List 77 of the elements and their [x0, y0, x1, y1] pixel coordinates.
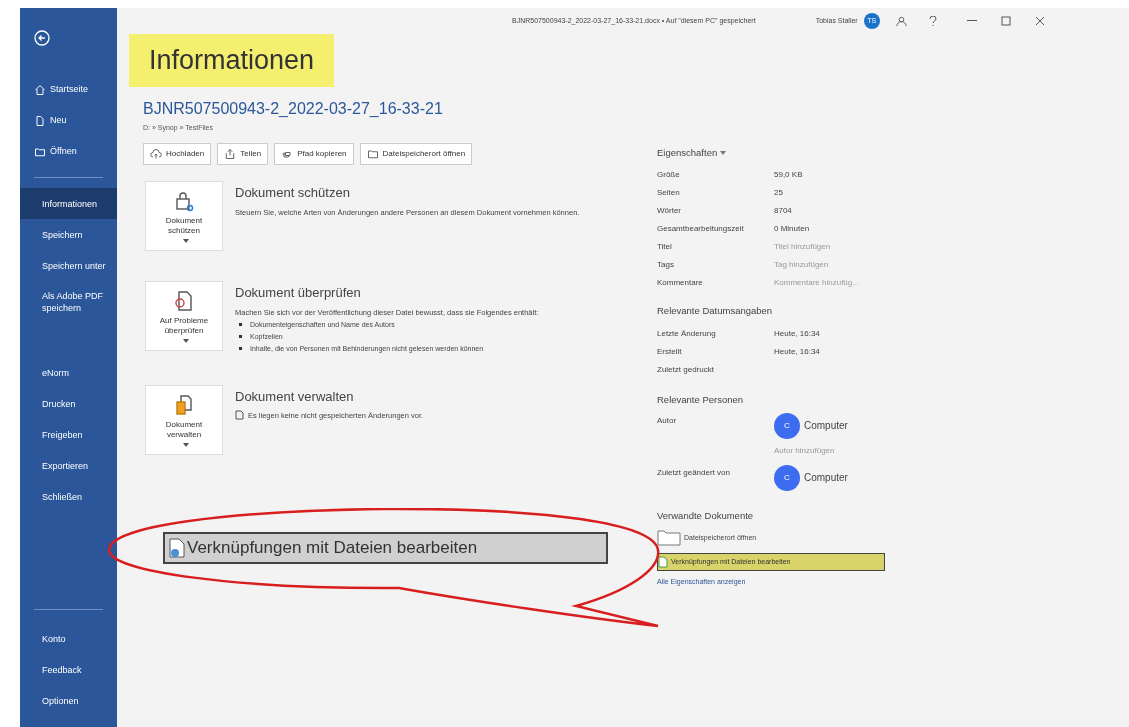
sidebar-item[interactable]: Schließen — [20, 481, 117, 512]
sidebar-item[interactable]: Neu — [20, 105, 117, 136]
cloud-icon — [150, 148, 162, 160]
section-button[interactable]: Dokument verwalten — [145, 384, 223, 455]
document-icon — [34, 114, 46, 127]
sidebar-item[interactable]: Exportieren — [20, 450, 117, 481]
sidebar-item[interactable]: Öffnen — [20, 136, 117, 167]
back-icon[interactable] — [34, 30, 50, 46]
person-name: Computer — [804, 471, 848, 486]
sidebar-item[interactable]: Speichern — [20, 219, 117, 250]
share-icon — [224, 148, 237, 160]
action-button[interactable]: Dateispeicherort öffnen — [359, 143, 473, 165]
caret-icon — [182, 442, 189, 447]
sidebar-item[interactable]: Startseite — [20, 74, 117, 105]
help-icon[interactable] — [928, 15, 937, 27]
section-button[interactable]: Dokument schützen — [145, 181, 223, 251]
person-name: Computer — [804, 419, 848, 434]
section-heading: Dokument verwalten — [235, 387, 355, 406]
property-label: Titel — [657, 241, 673, 254]
property-value: 59,0 KB — [774, 169, 803, 182]
property-label: Gesamtbearbeitungszeit — [657, 223, 745, 236]
date-label: Zuletzt gedruckt — [657, 363, 715, 376]
bullet-icon — [239, 323, 242, 326]
property-label: Wörter — [657, 205, 682, 218]
dates-heading: Relevante Datumsangaben — [657, 304, 774, 319]
date-value: Heute, 16:34 — [774, 345, 820, 358]
property-value: 8704 — [774, 205, 792, 218]
folder-icon — [366, 148, 379, 160]
callout-label: Verknüpfungen mit Dateien bearbeiten — [163, 532, 608, 564]
home-icon — [34, 83, 46, 96]
document-name: BJNR507500943-2_2022-03-27_16-33-21 — [143, 98, 444, 119]
action-button[interactable]: Hochladen — [143, 143, 212, 165]
property-label: Seiten — [657, 187, 681, 200]
caret-icon — [720, 151, 727, 156]
page-title: Informationen — [129, 34, 335, 87]
property-label: Größe — [657, 169, 681, 182]
sidebar-item[interactable]: Konto — [20, 624, 117, 655]
property-label: Kommentare — [657, 277, 704, 290]
close-icon[interactable] — [1034, 16, 1045, 26]
action-button[interactable]: Teilen — [217, 143, 269, 165]
action-button[interactable]: Pfad kopieren — [274, 143, 354, 165]
people-icon[interactable] — [895, 15, 907, 27]
date-value: Heute, 16:34 — [774, 327, 820, 340]
related-heading: Verwandte Dokumente — [657, 508, 755, 523]
section-heading: Dokument schützen — [235, 184, 351, 202]
sidebar-item[interactable]: Optionen — [20, 686, 117, 717]
bullet-icon — [239, 335, 242, 338]
section-heading: Dokument überprüfen — [235, 284, 362, 302]
property-label: Tags — [657, 259, 675, 272]
sidebar-item[interactable]: Informationen — [20, 188, 117, 219]
folder-icon — [34, 145, 46, 158]
person-avatar: C — [774, 412, 800, 439]
document-icon — [235, 410, 244, 420]
bullet-icon — [239, 347, 242, 350]
sidebar-item[interactable]: Drucken — [20, 388, 117, 419]
caret-icon — [182, 339, 189, 343]
section-button[interactable]: Auf Probleme überprüfen — [145, 281, 223, 351]
document-icon — [658, 556, 668, 568]
minimize-icon[interactable] — [966, 20, 977, 22]
folder-icon — [657, 530, 681, 546]
sidebar-item[interactable]: Als Adobe PDF speichern — [20, 281, 117, 323]
people-heading: Relevante Personen — [657, 392, 745, 407]
caret-icon — [182, 239, 189, 243]
date-label: Erstellt — [657, 345, 683, 358]
document-icon — [169, 538, 185, 558]
person-label: Zuletzt geändert von — [657, 466, 731, 479]
sidebar-item[interactable]: Speichern unter — [20, 250, 117, 281]
sidebar-item[interactable]: eNorm — [20, 357, 117, 388]
restore-icon[interactable] — [1000, 16, 1011, 26]
sidebar-item[interactable]: Freigeben — [20, 419, 117, 450]
sidebar-item[interactable]: Feedback — [20, 655, 117, 686]
date-label: Letzte Änderung — [657, 327, 717, 340]
properties-heading[interactable]: Eigenschaften — [657, 146, 718, 161]
person-avatar: C — [774, 464, 800, 491]
property-value: 0 Minuten — [774, 223, 810, 236]
person-label: Autor — [657, 414, 678, 427]
property-value: 25 — [774, 187, 783, 200]
